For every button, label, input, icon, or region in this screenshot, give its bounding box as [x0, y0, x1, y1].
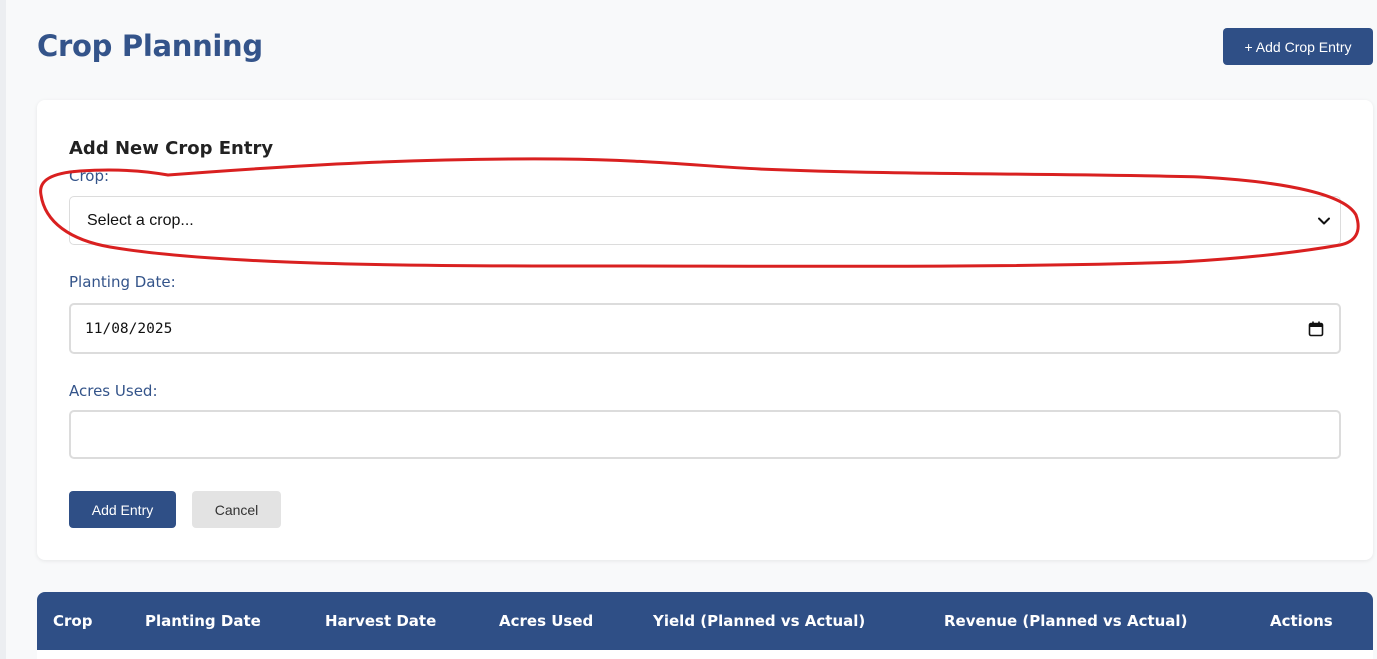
page-title: Crop Planning [37, 29, 263, 63]
calendar-icon[interactable] [1307, 320, 1325, 338]
planting-date-value: 11/08/2025 [85, 320, 173, 337]
form-title: Add New Crop Entry [69, 138, 274, 159]
cancel-button[interactable]: Cancel [192, 491, 281, 528]
column-header-actions: Actions [1270, 612, 1333, 630]
left-edge-strip [0, 0, 6, 659]
add-crop-form-card: Add New Crop Entry Crop: Select a crop..… [37, 100, 1373, 560]
crop-label: Crop: [69, 167, 110, 185]
add-crop-entry-button[interactable]: + Add Crop Entry [1223, 28, 1373, 65]
planting-date-input[interactable]: 11/08/2025 [69, 303, 1341, 354]
acres-used-label: Acres Used: [69, 382, 158, 400]
planting-date-label: Planting Date: [69, 273, 176, 291]
table-body [37, 650, 1373, 659]
column-header-crop: Crop [53, 612, 93, 630]
column-header-planting-date: Planting Date [145, 612, 261, 630]
crop-select-value: Select a crop... [87, 211, 194, 229]
crop-select[interactable]: Select a crop... [69, 196, 1341, 245]
add-entry-button[interactable]: Add Entry [69, 491, 176, 528]
column-header-acres-used: Acres Used [499, 612, 594, 630]
crop-table-header: Crop Planting Date Harvest Date Acres Us… [37, 592, 1373, 650]
acres-used-input[interactable] [69, 410, 1341, 459]
column-header-revenue: Revenue (Planned vs Actual) [944, 612, 1188, 630]
column-header-harvest-date: Harvest Date [325, 612, 437, 630]
chevron-down-icon [1318, 217, 1330, 224]
column-header-yield: Yield (Planned vs Actual) [653, 612, 866, 630]
